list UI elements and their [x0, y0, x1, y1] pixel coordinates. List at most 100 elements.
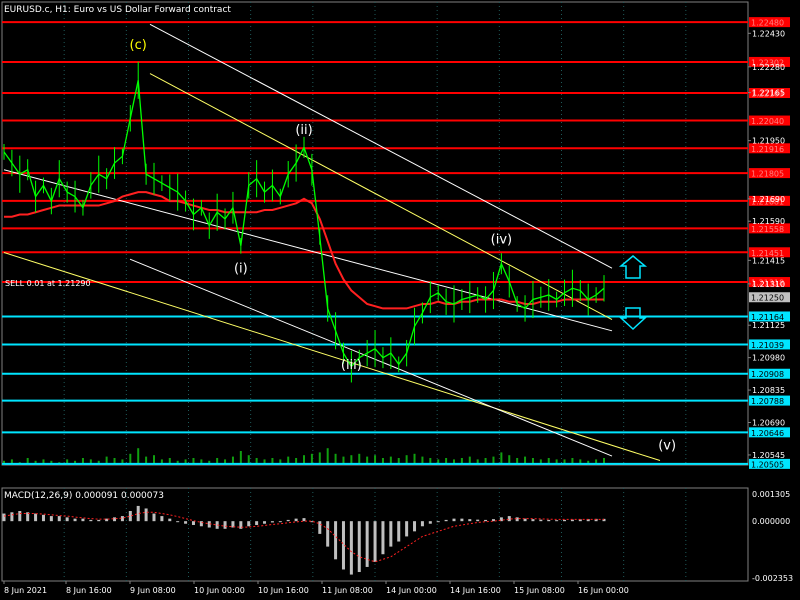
- chart-title: EURUSD.c, H1: Euro vs US Dollar Forward …: [4, 5, 231, 15]
- time-tick-label: 10 Jun 16:00: [258, 586, 309, 595]
- trading-chart[interactable]: 1.224801.223021.221631.220401.219161.218…: [0, 0, 800, 600]
- price-tick-label: 1.21950: [752, 137, 785, 146]
- macd-histogram-bar: [460, 518, 464, 522]
- macd-histogram-bar: [89, 519, 93, 522]
- macd-histogram-bar: [294, 518, 298, 522]
- volume-bar: [137, 448, 140, 465]
- macd-histogram-bar: [34, 513, 38, 522]
- macd-label: MACD(12,26,9) 0.000091 0.000073: [4, 491, 164, 501]
- macd-histogram-bar: [452, 518, 456, 522]
- resistance-price-label: 1.21805: [751, 170, 784, 179]
- macd-histogram-bar: [223, 521, 227, 529]
- macd-tick-label: -0.002353: [752, 574, 793, 583]
- wave-label: (c): [130, 38, 147, 53]
- current-price-label: 1.21250: [751, 294, 784, 303]
- macd-histogram-bar: [389, 521, 393, 547]
- support-price-label: 1.20646: [751, 429, 784, 438]
- macd-histogram-bar: [184, 521, 188, 524]
- macd-histogram-bar: [444, 519, 448, 522]
- macd-histogram-bar: [326, 521, 330, 547]
- time-tick-label: 16 Jun 00:00: [578, 586, 629, 595]
- macd-histogram-bar: [286, 519, 290, 522]
- macd-histogram-bar: [81, 518, 85, 522]
- macd-histogram-bar: [405, 521, 409, 537]
- macd-histogram-bar: [468, 519, 472, 522]
- support-price-label: 1.20788: [751, 397, 784, 406]
- time-tick-label: 14 Jun 16:00: [450, 586, 501, 595]
- resistance-price-label: 1.21558: [751, 225, 784, 234]
- price-tick-label: 1.21590: [752, 217, 785, 226]
- macd-histogram-bar: [334, 521, 338, 560]
- resistance-price-label: 1.22040: [751, 117, 784, 126]
- macd-histogram-bar: [349, 521, 353, 575]
- macd-histogram-bar: [428, 521, 432, 524]
- macd-histogram-bar: [97, 519, 101, 522]
- macd-histogram-bar: [555, 520, 559, 522]
- macd-histogram-bar: [420, 521, 424, 527]
- macd-histogram-bar: [531, 519, 535, 522]
- price-tick-label: 1.22280: [752, 63, 785, 72]
- resistance-price-label: 1.22480: [751, 19, 784, 28]
- wave-label: (iii): [341, 358, 362, 373]
- macd-histogram-bar: [18, 511, 22, 522]
- support-price-label: 1.20505: [751, 460, 784, 469]
- volume-bar: [326, 448, 329, 465]
- resistance-price-label: 1.21916: [751, 145, 784, 154]
- macd-histogram-bar: [152, 513, 156, 522]
- macd-histogram-bar: [191, 521, 195, 525]
- price-tick-label: 1.21310: [752, 280, 785, 289]
- macd-tick-label: 0.000000: [752, 517, 790, 526]
- macd-histogram-bar: [57, 516, 61, 522]
- macd-histogram-bar: [381, 521, 385, 555]
- time-tick-label: 14 Jun 00:00: [386, 586, 437, 595]
- time-tick-label: 8 Jun 16:00: [66, 586, 112, 595]
- macd-histogram-bar: [563, 519, 567, 522]
- price-tick-label: 1.22165: [752, 89, 785, 98]
- macd-histogram-bar: [278, 521, 282, 523]
- chart-background: [0, 0, 800, 600]
- wave-label: (ii): [295, 123, 312, 138]
- macd-histogram-bar: [539, 519, 543, 522]
- wave-label: (i): [234, 262, 248, 277]
- macd-histogram-bar: [113, 517, 117, 522]
- macd-histogram-bar: [413, 521, 417, 532]
- macd-histogram-bar: [144, 508, 148, 522]
- macd-histogram-bar: [247, 521, 251, 527]
- price-tick-label: 1.21125: [752, 321, 785, 330]
- macd-histogram-bar: [65, 517, 69, 522]
- time-tick-label: 8 Jun 2021: [4, 586, 47, 595]
- macd-histogram-bar: [176, 521, 180, 523]
- macd-histogram-bar: [397, 521, 401, 542]
- macd-histogram-bar: [2, 513, 6, 522]
- macd-histogram-bar: [199, 521, 203, 527]
- wave-label: (iv): [491, 233, 512, 248]
- time-tick-label: 9 Jun 08:00: [130, 586, 176, 595]
- macd-histogram-bar: [547, 519, 551, 522]
- price-tick-label: 1.20835: [752, 386, 785, 395]
- macd-histogram-bar: [41, 514, 45, 522]
- support-price-label: 1.20908: [751, 370, 784, 379]
- macd-histogram-bar: [73, 518, 77, 522]
- wave-label: (v): [658, 438, 676, 453]
- price-tick-label: 1.22430: [752, 29, 785, 38]
- macd-histogram-bar: [357, 521, 361, 573]
- macd-histogram-bar: [476, 519, 480, 522]
- time-tick-label: 15 Jun 08:00: [514, 586, 565, 595]
- macd-tick-label: 0.001305: [752, 490, 790, 499]
- time-tick-label: 11 Jun 08:00: [322, 586, 373, 595]
- macd-histogram-bar: [263, 521, 267, 524]
- macd-histogram-bar: [318, 521, 322, 534]
- macd-histogram-bar: [515, 517, 519, 522]
- macd-histogram-bar: [168, 518, 172, 522]
- price-tick-label: 1.21415: [752, 256, 785, 265]
- support-price-label: 1.21039: [751, 341, 784, 350]
- price-tick-label: 1.20980: [752, 354, 785, 363]
- macd-histogram-bar: [270, 521, 274, 523]
- time-tick-label: 10 Jun 00:00: [194, 586, 245, 595]
- trade-label: SELL 0.01 at 1.21290: [5, 279, 91, 288]
- macd-histogram-bar: [436, 521, 440, 523]
- price-tick-label: 1.20690: [752, 419, 785, 428]
- macd-histogram-bar: [255, 521, 259, 525]
- macd-histogram-bar: [10, 512, 14, 522]
- price-tick-label: 1.20545: [752, 451, 785, 460]
